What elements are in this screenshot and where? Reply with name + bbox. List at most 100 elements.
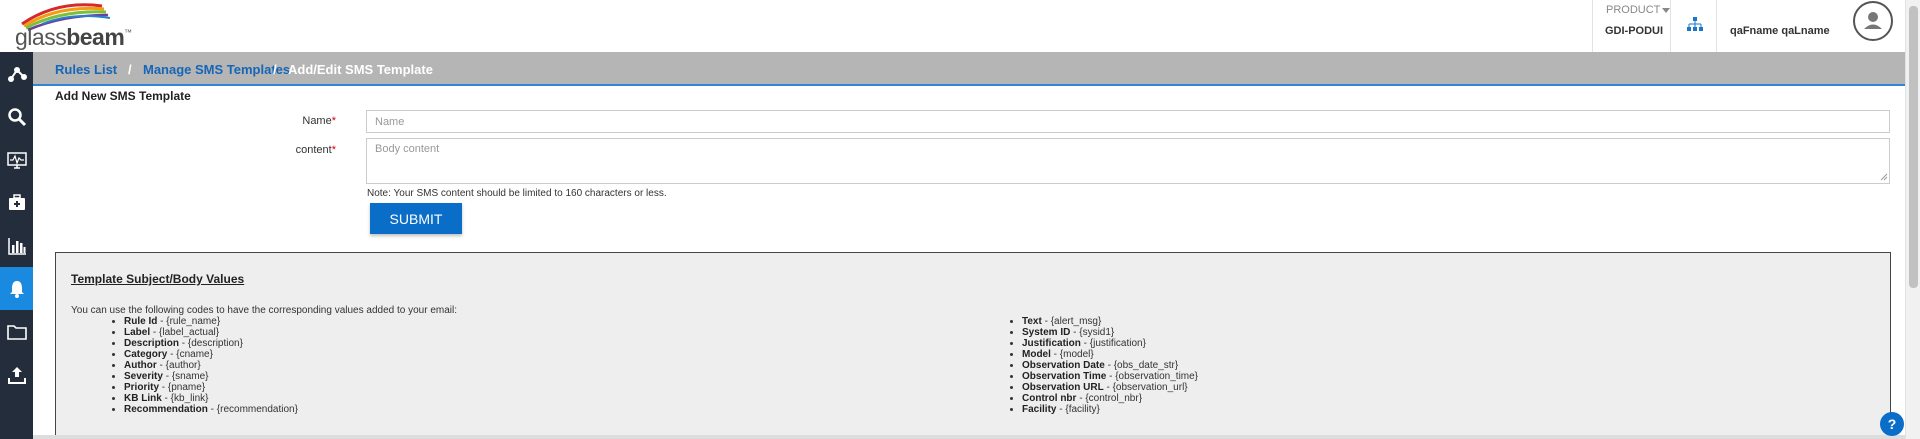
code-name: Label <box>124 327 151 338</box>
code-list-item: Justification - {justification} <box>1022 338 1198 349</box>
upload-icon <box>7 366 26 384</box>
folder-icon <box>6 324 27 340</box>
sidebar-item-medical[interactable] <box>0 181 33 224</box>
logo-wordmark: glassbeam <box>15 24 125 51</box>
code-name: KB Link <box>124 393 162 404</box>
sidebar-item-upload[interactable] <box>0 353 33 396</box>
code-token: {label_actual} <box>159 327 220 338</box>
sidebar-item-files[interactable] <box>0 310 33 353</box>
product-value[interactable]: GDI-PODUI <box>1605 25 1663 37</box>
code-list-item: Control nbr - {control_nbr} <box>1022 393 1198 404</box>
code-dash: - <box>150 327 160 338</box>
sidebar-item-monitor[interactable] <box>0 138 33 181</box>
code-token: {observation_time} <box>1115 371 1199 382</box>
sidebar-item-network[interactable] <box>0 52 33 95</box>
panel-title: Template Subject/Body Values <box>71 272 245 286</box>
breadcrumb-current: Add/Edit SMS Template <box>288 62 433 77</box>
code-list-item: System ID - {sysid1} <box>1022 327 1198 338</box>
code-name: Observation Date <box>1022 360 1105 371</box>
sidebar-item-search[interactable] <box>0 95 33 138</box>
code-name: Priority <box>124 382 160 393</box>
code-list-item: Rule Id - {rule_name} <box>124 316 298 327</box>
sms-length-note: Note: Your SMS content should be limited… <box>367 188 667 199</box>
code-dash: - <box>1103 382 1113 393</box>
code-list-item: Recommendation - {recommendation} <box>124 404 298 415</box>
code-dash: - <box>156 360 166 371</box>
code-list-item: Priority - {pname} <box>124 382 298 393</box>
user-avatar[interactable] <box>1853 1 1893 41</box>
code-token: {kb_link} <box>170 393 209 404</box>
code-token: {sysid1} <box>1079 327 1115 338</box>
code-name: Rule Id <box>124 316 158 327</box>
right-code-list: Text - {alert_msg}System ID - {sysid1}Ju… <box>1012 316 1198 415</box>
code-name: Description <box>124 338 180 349</box>
code-list-item: Severity - {sname} <box>124 371 298 382</box>
bell-icon <box>9 280 24 298</box>
code-dash: - <box>179 338 188 349</box>
breadcrumb: Rules List / Manage SMS Templates / Add/… <box>33 52 1905 86</box>
code-token: {author} <box>165 360 201 371</box>
required-marker: * <box>331 144 336 156</box>
code-dash: - <box>167 349 177 360</box>
code-token: {control_nbr} <box>1085 393 1143 404</box>
code-name: Author <box>124 360 157 371</box>
vertical-scrollbar[interactable] <box>1905 0 1920 439</box>
help-button[interactable]: ? <box>1880 412 1904 436</box>
content-label: content* <box>236 144 336 156</box>
breadcrumb-manage-sms-templates[interactable]: Manage SMS Templates <box>143 62 290 77</box>
code-dash: - <box>1080 338 1090 349</box>
scrollbar-thumb[interactable] <box>1909 6 1918 288</box>
logo-text-light: glass <box>15 24 67 50</box>
breadcrumb-rules-list[interactable]: Rules List <box>55 62 117 77</box>
code-dash: - <box>1070 327 1080 338</box>
content-textarea[interactable] <box>366 138 1890 184</box>
code-token: {model} <box>1059 349 1094 360</box>
code-name: Facility <box>1022 404 1057 415</box>
template-values-panel: Template Subject/Body Values You can use… <box>55 252 1891 439</box>
sidebar-item-reports[interactable] <box>0 224 33 267</box>
code-dash: - <box>1106 371 1116 382</box>
code-list-item: Model - {model} <box>1022 349 1198 360</box>
header-divider <box>1716 0 1717 52</box>
content-label-text: content <box>295 144 332 156</box>
code-dash: - <box>1050 349 1060 360</box>
code-dash: - <box>207 404 217 415</box>
code-name: Observation Time <box>1022 371 1107 382</box>
code-token: {obs_date_str} <box>1113 360 1179 371</box>
code-list-item: Label - {label_actual} <box>124 327 298 338</box>
code-list-item: Author - {author} <box>124 360 298 371</box>
user-icon <box>1864 12 1882 29</box>
code-list-item: Category - {cname} <box>124 349 298 360</box>
left-code-list: Rule Id - {rule_name}Label - {label_actu… <box>114 316 298 415</box>
code-token: {recommendation} <box>216 404 298 415</box>
sidebar-item-alerts[interactable] <box>0 267 33 310</box>
breadcrumb-separator: / <box>128 62 132 77</box>
code-token: {pname} <box>167 382 206 393</box>
name-input[interactable] <box>366 110 1890 133</box>
horizontal-scrollbar[interactable] <box>33 435 1905 439</box>
bar-chart-icon <box>7 237 26 255</box>
code-token: {facility} <box>1065 404 1100 415</box>
name-label-text: Name <box>302 115 332 127</box>
submit-button[interactable]: SUBMIT <box>370 203 462 234</box>
code-name: Control nbr <box>1022 393 1077 404</box>
header-divider <box>1670 0 1671 52</box>
code-list-item: Facility - {facility} <box>1022 404 1198 415</box>
code-name: Text <box>1022 316 1042 327</box>
logo-trademark: ™ <box>124 28 132 37</box>
code-list-item: Observation Time - {observation_time} <box>1022 371 1198 382</box>
code-token: {observation_url} <box>1112 382 1188 393</box>
code-list-item: Observation Date - {obs_date_str} <box>1022 360 1198 371</box>
product-selector[interactable]: PRODUCT <box>1606 4 1671 16</box>
code-token: {description} <box>187 338 243 349</box>
code-dash: - <box>159 382 168 393</box>
panel-intro: You can use the following codes to have … <box>71 305 457 316</box>
user-name[interactable]: qaFname qaLname <box>1730 25 1830 37</box>
top-header: glassbeam ™ PRODUCT GDI-PODUI qaFname qa… <box>0 0 1905 52</box>
hierarchy-icon[interactable] <box>1687 17 1703 31</box>
resize-handle-icon[interactable] <box>1880 173 1888 181</box>
code-token: {cname} <box>176 349 213 360</box>
code-token: {justification} <box>1089 338 1146 349</box>
breadcrumb-separator: / <box>273 62 277 77</box>
code-dash: - <box>1041 316 1051 327</box>
